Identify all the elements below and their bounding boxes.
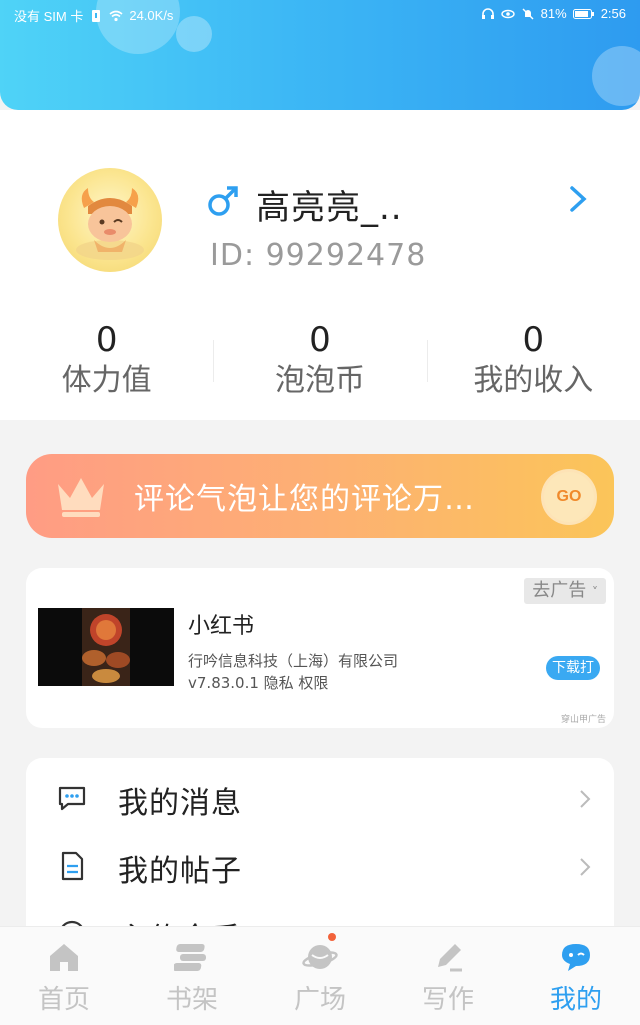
chevron-right-icon — [580, 858, 591, 876]
stats-row: 0 体力值 0 泡泡币 0 我的收入 — [0, 316, 640, 412]
tab-label: 书架 — [165, 985, 218, 1015]
bottom-nav: 首页 书架 广场 写作 我的 — [0, 926, 640, 1025]
stat-bubble-coins[interactable]: 0 泡泡币 — [213, 316, 426, 412]
notification-dot — [328, 933, 336, 941]
stat-label: 我的收入 — [473, 363, 594, 398]
message-icon — [58, 786, 86, 811]
wifi-icon — [109, 10, 123, 21]
profile-section: 高亮亮_.. ID: 99292478 0 体力值 0 泡泡币 0 我的收入 — [0, 110, 640, 420]
eye-icon — [500, 9, 515, 18]
stat-value: 0 — [95, 320, 118, 360]
tab-square[interactable]: 广场 — [256, 927, 384, 1025]
download-button[interactable]: 下载打 — [546, 656, 600, 680]
document-icon — [61, 851, 84, 881]
male-icon — [208, 186, 238, 216]
stat-label: 体力值 — [61, 363, 152, 398]
battery-percent: 81% — [540, 6, 567, 21]
planet-icon — [302, 945, 338, 969]
home-icon — [50, 944, 78, 971]
ad-source-label: 穿山甲广告 — [560, 715, 606, 725]
clock-time: 2:56 — [600, 6, 626, 21]
ad-card[interactable]: 去广告 ˅ 小红书 行吟信息科技（上海）有限公司 v7.83.0.1 隐私 权限… — [26, 568, 614, 728]
stat-income[interactable]: 0 我的收入 — [426, 316, 640, 412]
bookshelf-icon — [174, 944, 206, 971]
tab-writing[interactable]: 写作 — [384, 927, 512, 1025]
mute-icon — [522, 8, 534, 19]
remove-ad-label: 去广告 — [532, 580, 587, 601]
tab-bookshelf[interactable]: 书架 — [128, 927, 256, 1025]
food-image — [38, 608, 174, 686]
stat-label: 泡泡币 — [274, 363, 365, 398]
crown-icon — [58, 478, 104, 517]
tab-label: 写作 — [421, 985, 474, 1015]
avatar[interactable] — [58, 168, 162, 272]
ad-version: v7.83.0.1 隐私 权限 — [188, 674, 329, 692]
chat-bubble-icon — [562, 944, 590, 971]
ad-company: 行吟信息科技（上海）有限公司 — [188, 652, 399, 670]
sim-icon — [92, 9, 101, 22]
menu-label: 我的帖子 — [118, 854, 242, 889]
battery-icon — [572, 8, 594, 19]
avatar-illustration — [76, 188, 144, 260]
menu-item-messages[interactable]: 我的消息 — [26, 764, 614, 832]
promo-banner[interactable]: 评论气泡让您的评论万… GO — [26, 454, 614, 538]
stat-value: 0 — [309, 320, 331, 360]
chevron-right-icon[interactable] — [566, 184, 590, 214]
menu-item-posts[interactable]: 我的帖子 — [26, 832, 614, 900]
tab-label: 首页 — [37, 985, 90, 1015]
carrier-text: 没有 SIM 卡 — [14, 9, 84, 24]
chevron-right-icon — [580, 790, 591, 808]
headphones-icon — [481, 7, 494, 19]
decor-bubble — [592, 46, 640, 106]
tab-label: 广场 — [293, 985, 346, 1015]
stat-value: 0 — [522, 320, 545, 360]
status-bar: 没有 SIM 卡 24.0K/s 81% 2:56 — [0, 0, 640, 28]
tab-label: 我的 — [549, 985, 602, 1015]
promo-text: 评论气泡让您的评论万… — [134, 482, 475, 517]
ad-app-name: 小红书 — [188, 614, 255, 639]
username[interactable]: 高亮亮_.. — [256, 180, 403, 229]
menu-label: 我的消息 — [118, 786, 242, 821]
remove-ad-button[interactable]: 去广告 ˅ — [524, 578, 606, 604]
pen-icon — [438, 944, 462, 972]
tab-mine[interactable]: 我的 — [512, 927, 640, 1025]
go-button[interactable]: GO — [544, 472, 594, 522]
network-speed: 24.0K/s — [129, 8, 174, 23]
tab-home[interactable]: 首页 — [0, 927, 128, 1025]
user-id: ID: 99292478 — [210, 238, 427, 273]
chevron-down-icon: ˅ — [592, 585, 598, 599]
stat-stamina[interactable]: 0 体力值 — [0, 316, 213, 412]
ad-thumbnail[interactable] — [38, 608, 174, 686]
